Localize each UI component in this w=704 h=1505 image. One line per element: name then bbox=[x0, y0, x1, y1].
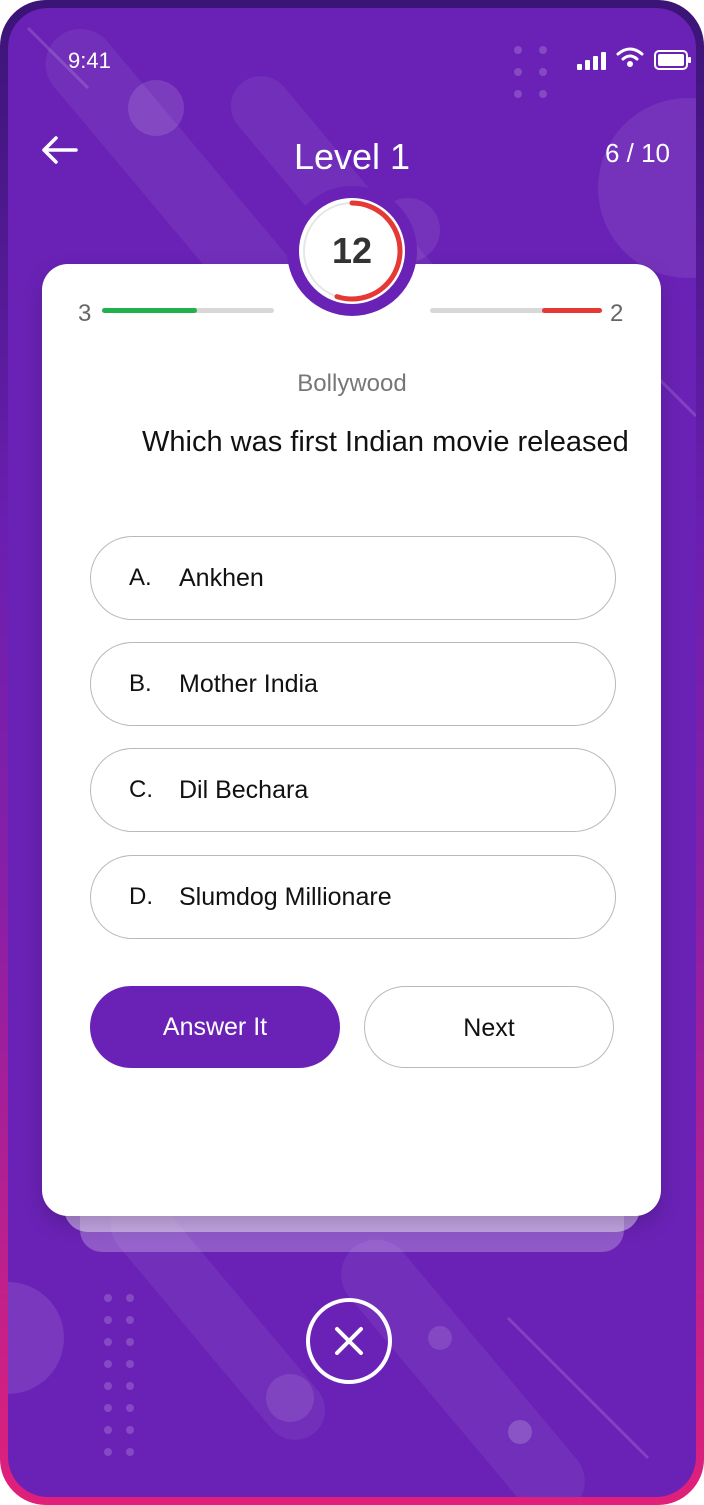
battery-icon bbox=[654, 50, 691, 70]
close-icon bbox=[335, 1327, 363, 1355]
next-button[interactable]: Next bbox=[364, 986, 614, 1068]
quiz-screen: 9:41 Level 1 6 / 10 3 2 12 Bollywood Whi… bbox=[8, 8, 696, 1497]
option-a[interactable]: A. Ankhen bbox=[90, 536, 616, 620]
correct-progress-bar bbox=[102, 308, 274, 313]
option-d[interactable]: D. Slumdog Millionare bbox=[90, 855, 616, 939]
wrong-progress-bar bbox=[430, 308, 602, 313]
option-label: Ankhen bbox=[179, 564, 264, 592]
question-category: Bollywood bbox=[297, 370, 407, 397]
question-text: Which was first Indian movie released bbox=[142, 426, 629, 458]
option-letter: C. bbox=[129, 776, 153, 803]
status-bar: 9:41 bbox=[8, 44, 696, 80]
question-progress: 6 / 10 bbox=[604, 138, 670, 168]
question-card bbox=[42, 264, 661, 1216]
option-letter: D. bbox=[129, 883, 153, 910]
option-label: Slumdog Millionare bbox=[179, 883, 392, 911]
option-c[interactable]: C. Dil Bechara bbox=[90, 748, 616, 832]
status-time: 9:41 bbox=[68, 48, 111, 73]
signal-icon bbox=[577, 52, 606, 70]
countdown-timer: 12 bbox=[287, 186, 417, 316]
wrong-progress-fill bbox=[541, 308, 602, 313]
wrong-count: 2 bbox=[610, 300, 624, 327]
option-label: Mother India bbox=[179, 670, 318, 698]
level-title: Level 1 bbox=[293, 136, 411, 177]
answer-it-button[interactable]: Answer It bbox=[90, 986, 340, 1068]
option-letter: B. bbox=[129, 670, 152, 697]
correct-count: 3 bbox=[78, 300, 92, 327]
phone-frame: 9:41 Level 1 6 / 10 3 2 12 Bollywood Whi… bbox=[0, 0, 704, 1505]
wifi-icon bbox=[616, 47, 644, 67]
timer-value: 12 bbox=[331, 230, 373, 271]
option-letter: A. bbox=[129, 564, 152, 591]
close-button[interactable] bbox=[306, 1298, 392, 1384]
correct-progress-fill bbox=[102, 308, 197, 313]
option-b[interactable]: B. Mother India bbox=[90, 642, 616, 726]
option-label: Dil Bechara bbox=[179, 776, 309, 804]
